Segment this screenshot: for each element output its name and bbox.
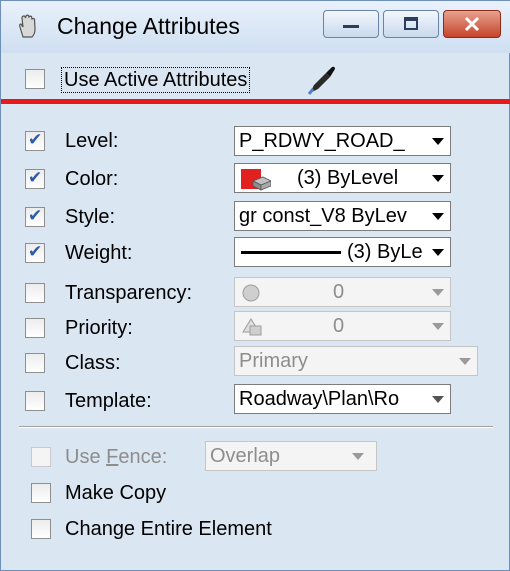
chevron-down-icon bbox=[432, 323, 444, 330]
change-attributes-window: Change Attributes Use Active Attributes … bbox=[0, 0, 510, 571]
class-checkbox[interactable] bbox=[25, 353, 45, 373]
transparency-label: Transparency: bbox=[65, 282, 193, 304]
style-checkbox[interactable] bbox=[25, 206, 45, 227]
chevron-down-icon bbox=[352, 453, 364, 460]
priority-value: 0 bbox=[333, 315, 345, 337]
priority-label: Priority: bbox=[65, 317, 133, 339]
fence-mode-value: Overlap bbox=[210, 445, 281, 467]
chevron-down-icon bbox=[459, 358, 471, 365]
change-entire-element-checkbox[interactable] bbox=[31, 519, 51, 539]
priority-icon bbox=[242, 318, 262, 336]
weight-label: Weight: bbox=[65, 242, 133, 264]
maximize-icon bbox=[384, 11, 438, 37]
use-fence-checkbox[interactable] bbox=[31, 447, 51, 467]
chevron-down-icon bbox=[432, 249, 444, 256]
template-dropdown[interactable]: Roadway\Plan\Ro bbox=[234, 384, 451, 414]
priority-dropdown[interactable]: 0 bbox=[234, 311, 451, 341]
template-checkbox[interactable] bbox=[25, 391, 45, 411]
eyedropper-icon[interactable] bbox=[304, 63, 338, 97]
hand-icon bbox=[19, 14, 36, 38]
red-divider bbox=[1, 99, 510, 104]
maximize-button[interactable] bbox=[383, 10, 439, 38]
priority-checkbox[interactable] bbox=[25, 318, 45, 338]
change-entire-element-label: Change Entire Element bbox=[65, 518, 272, 540]
weight-checkbox[interactable] bbox=[25, 242, 45, 263]
class-label: Class: bbox=[65, 352, 121, 374]
level-label: Level: bbox=[65, 130, 119, 152]
color-label: Color: bbox=[65, 168, 119, 190]
chevron-down-icon bbox=[432, 289, 444, 296]
use-active-attributes-checkbox[interactable] bbox=[25, 69, 45, 89]
style-label: Style: bbox=[65, 206, 116, 228]
chevron-down-icon bbox=[432, 396, 444, 403]
use-fence-label: Use Fence: bbox=[65, 446, 168, 468]
level-value: P_RDWY_ROAD_ bbox=[239, 130, 405, 152]
color-dropdown[interactable]: (3) ByLevel bbox=[234, 163, 451, 193]
class-dropdown[interactable]: Primary bbox=[234, 346, 478, 376]
chevron-down-icon bbox=[432, 213, 444, 220]
class-value: Primary bbox=[239, 350, 308, 372]
transparency-icon bbox=[242, 284, 260, 302]
close-icon bbox=[444, 11, 500, 37]
use-active-attributes-label: Use Active Attributes bbox=[61, 67, 251, 93]
color-checkbox[interactable] bbox=[25, 168, 45, 189]
style-value: gr const_V8 ByLev bbox=[239, 205, 407, 227]
window-title: Change Attributes bbox=[57, 13, 240, 39]
line-weight-sample bbox=[241, 251, 341, 254]
close-button[interactable] bbox=[443, 10, 501, 38]
minimize-icon bbox=[324, 11, 378, 37]
transparency-dropdown[interactable]: 0 bbox=[234, 277, 451, 307]
color-swatch-icon bbox=[241, 169, 271, 191]
make-copy-label: Make Copy bbox=[65, 482, 167, 504]
level-dropdown[interactable]: P_RDWY_ROAD_ bbox=[234, 126, 451, 156]
transparency-value: 0 bbox=[333, 281, 345, 303]
color-value: (3) ByLevel bbox=[297, 167, 399, 189]
title-bar[interactable]: Change Attributes bbox=[1, 1, 510, 53]
transparency-checkbox[interactable] bbox=[25, 283, 45, 303]
template-value: Roadway\Plan\Ro bbox=[239, 388, 400, 410]
level-checkbox[interactable] bbox=[25, 130, 45, 151]
fence-mode-dropdown[interactable]: Overlap bbox=[205, 441, 377, 471]
make-copy-checkbox[interactable] bbox=[31, 483, 51, 503]
weight-value: (3) ByLe bbox=[347, 241, 423, 263]
style-dropdown[interactable]: gr const_V8 ByLev bbox=[234, 201, 451, 231]
weight-dropdown[interactable]: (3) ByLe bbox=[234, 237, 451, 267]
chevron-down-icon bbox=[432, 175, 444, 182]
chevron-down-icon bbox=[432, 138, 444, 145]
minimize-button[interactable] bbox=[323, 10, 379, 38]
template-label: Template: bbox=[65, 390, 152, 412]
section-divider bbox=[19, 426, 493, 428]
